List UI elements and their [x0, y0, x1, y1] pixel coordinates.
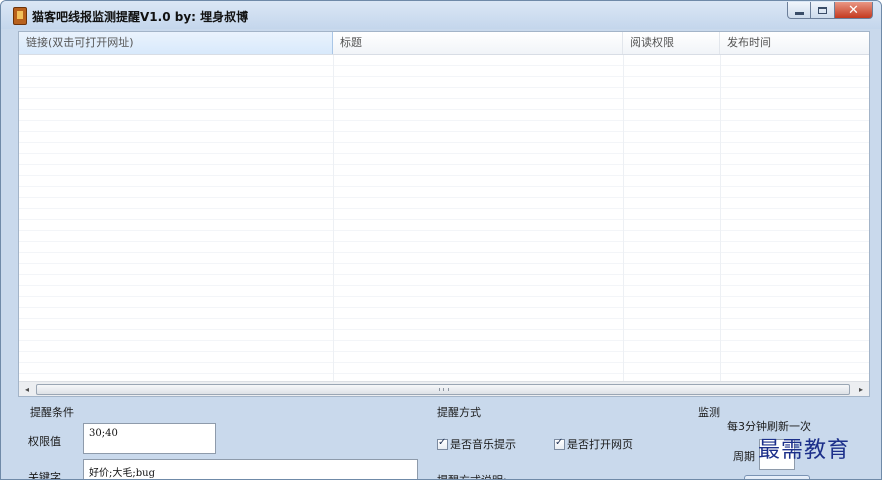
close-icon: ✕	[848, 2, 859, 18]
checkbox-check-icon	[437, 437, 448, 450]
window-title: 猫客吧线报监测提醒V1.0 by: 埋身叔博	[32, 10, 249, 24]
scroll-left-icon[interactable]: ◂	[19, 382, 35, 396]
app-icon	[13, 7, 27, 25]
music-checkbox-label: 是否音乐提示	[450, 438, 516, 451]
music-checkbox[interactable]: 是否音乐提示	[437, 436, 516, 452]
app-window: 猫客吧线报监测提醒V1.0 by: 埋身叔博 ✕ 链接(双击可打开网址) 标题 …	[0, 0, 882, 480]
maximize-icon	[818, 6, 827, 14]
conditions-group: 提醒条件 权限值 30;40 关键字 好价;大毛;bug	[18, 399, 420, 480]
result-list[interactable]: 链接(双击可打开网址) 标题 阅读权限 发布时间 ◂ ▸	[18, 31, 870, 397]
column-divider	[333, 55, 334, 383]
column-header-publish-time[interactable]: 发布时间	[720, 32, 869, 54]
list-rows[interactable]	[19, 55, 869, 383]
monitor-group-title: 监测	[698, 406, 720, 419]
close-button[interactable]: ✕	[835, 2, 873, 19]
checkbox-check-icon	[554, 437, 565, 450]
minimize-button[interactable]	[787, 2, 811, 19]
title-bar[interactable]: 猫客吧线报监测提醒V1.0 by: 埋身叔博 ✕	[1, 1, 881, 29]
column-header-title[interactable]: 标题	[333, 32, 623, 54]
period-label: 周期	[733, 450, 755, 463]
keyword-label: 关键字	[28, 471, 61, 480]
remind-mode-explain-label: 提醒方式说明:	[437, 472, 507, 479]
permission-input[interactable]: 30;40	[83, 423, 216, 454]
scroll-thumb[interactable]	[36, 384, 850, 395]
column-header-read-permission[interactable]: 阅读权限	[623, 32, 720, 54]
keyword-input[interactable]: 好价;大毛;bug	[83, 459, 418, 479]
conditions-group-title: 提醒条件	[30, 406, 74, 419]
remind-mode-group-title: 提醒方式	[437, 406, 481, 419]
grip-icon	[439, 388, 449, 391]
scroll-right-icon[interactable]: ▸	[853, 382, 869, 396]
start-button[interactable]	[744, 475, 810, 479]
remind-mode-group: 提醒方式 是否音乐提示 是否打开网页 提醒方式说明:	[427, 399, 687, 479]
maximize-button[interactable]	[811, 2, 835, 19]
open-webpage-checkbox[interactable]: 是否打开网页	[554, 436, 633, 452]
column-header-link[interactable]: 链接(双击可打开网址)	[19, 32, 333, 54]
minimize-icon	[794, 11, 804, 15]
watermark-text: 最需教育	[758, 438, 851, 463]
horizontal-scrollbar[interactable]: ◂ ▸	[19, 381, 869, 396]
open-webpage-checkbox-label: 是否打开网页	[567, 438, 633, 451]
column-divider	[623, 55, 624, 383]
column-divider	[720, 55, 721, 383]
list-header: 链接(双击可打开网址) 标题 阅读权限 发布时间	[19, 32, 869, 55]
permission-label: 权限值	[28, 435, 61, 448]
